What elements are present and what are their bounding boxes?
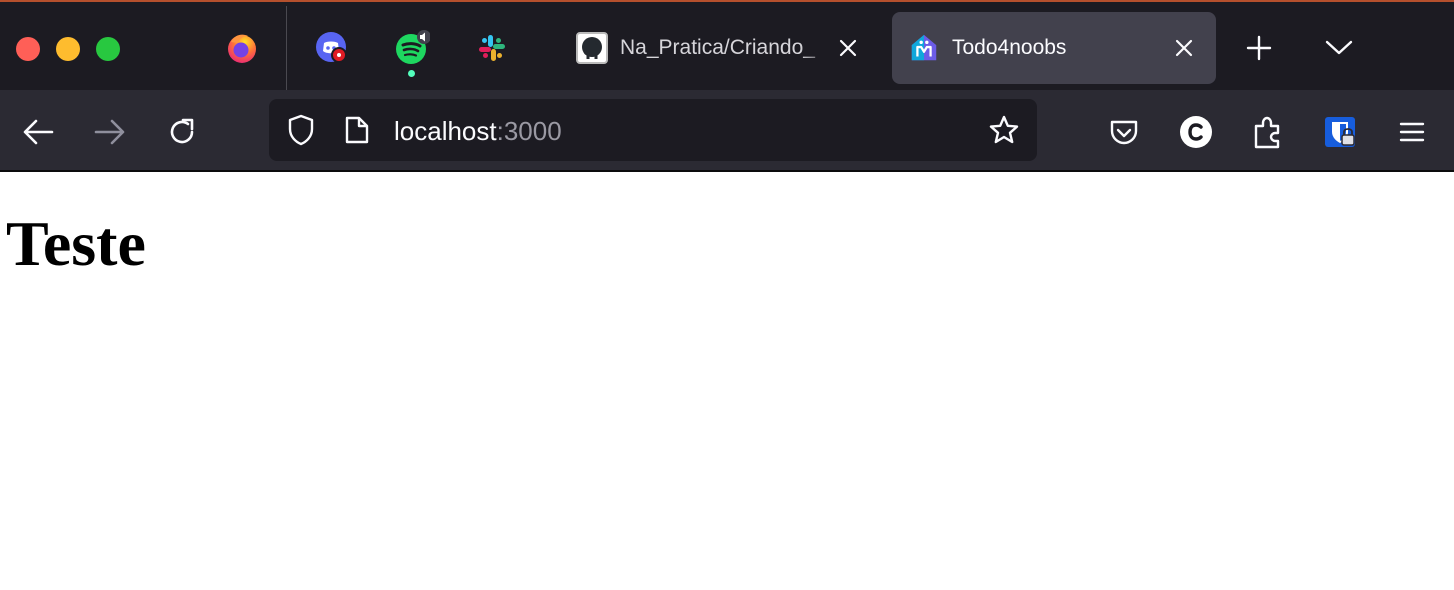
tab-title: Todo4noobs <box>952 36 1067 59</box>
bitwarden-extension-button[interactable] <box>1320 112 1360 152</box>
save-to-pocket-button[interactable] <box>1104 112 1144 152</box>
extensions-button[interactable] <box>1248 112 1288 152</box>
pinned-tabs-divider <box>286 6 287 92</box>
github-icon <box>576 32 608 64</box>
tab-title: Na_Pratica/Criando_ <box>620 36 815 59</box>
page-content: Teste <box>0 172 1454 590</box>
pinned-tab-spotify[interactable] <box>394 30 430 66</box>
close-tab-button[interactable] <box>832 32 864 64</box>
site-information-button[interactable] <box>340 113 374 147</box>
url-port: :3000 <box>496 116 562 146</box>
audio-playing-indicator <box>408 70 415 77</box>
puzzle-piece-icon <box>1254 116 1280 149</box>
application-menu-button[interactable] <box>1392 112 1432 152</box>
bitwarden-icon <box>1325 117 1355 147</box>
page-icon <box>345 116 369 144</box>
reload-icon <box>170 118 194 144</box>
hamburger-menu-icon <box>1399 122 1425 142</box>
firefox-icon <box>228 34 256 63</box>
url-bar[interactable]: localhost:3000 <box>269 99 1037 161</box>
shield-icon <box>288 114 314 146</box>
tab-strip: Na_Pratica/Criando_ Todo4noobs <box>0 0 1454 92</box>
pinned-tab-firefox[interactable] <box>224 30 260 66</box>
tracking-protection-button[interactable] <box>284 113 318 147</box>
tab-todo4noobs[interactable]: Todo4noobs <box>892 12 1216 84</box>
plus-icon <box>1246 35 1272 61</box>
discord-icon <box>316 32 347 63</box>
todo4noobs-logo-icon <box>908 32 940 64</box>
close-icon <box>839 39 857 57</box>
reload-button[interactable] <box>162 112 202 152</box>
page-heading: Teste <box>6 208 146 279</box>
new-tab-button[interactable] <box>1241 30 1277 66</box>
close-tab-button[interactable] <box>1168 32 1200 64</box>
slack-icon <box>479 35 505 61</box>
tab-github[interactable]: Na_Pratica/Criando_ <box>560 12 880 84</box>
star-icon <box>989 115 1019 144</box>
spotify-icon <box>396 30 430 64</box>
chevron-down-icon <box>1325 40 1353 55</box>
url-text[interactable]: localhost:3000 <box>394 116 562 147</box>
pinned-tab-slack[interactable] <box>474 30 510 66</box>
extension-c-button[interactable] <box>1176 112 1216 152</box>
forward-button[interactable] <box>90 112 130 152</box>
pinned-tab-discord[interactable] <box>314 30 350 66</box>
arrow-right-icon <box>94 119 125 145</box>
navigation-toolbar: localhost:3000 <box>0 90 1454 172</box>
url-host: localhost <box>394 116 497 146</box>
window-zoom-button[interactable] <box>96 37 120 61</box>
pocket-icon <box>1110 120 1138 145</box>
bookmark-page-button[interactable] <box>987 113 1021 147</box>
list-all-tabs-button[interactable] <box>1321 30 1357 66</box>
c-extension-icon <box>1180 116 1212 148</box>
arrow-left-icon <box>23 119 54 145</box>
window-close-button[interactable] <box>16 37 40 61</box>
close-icon <box>1175 39 1193 57</box>
window-minimize-button[interactable] <box>56 37 80 61</box>
back-button[interactable] <box>18 112 58 152</box>
